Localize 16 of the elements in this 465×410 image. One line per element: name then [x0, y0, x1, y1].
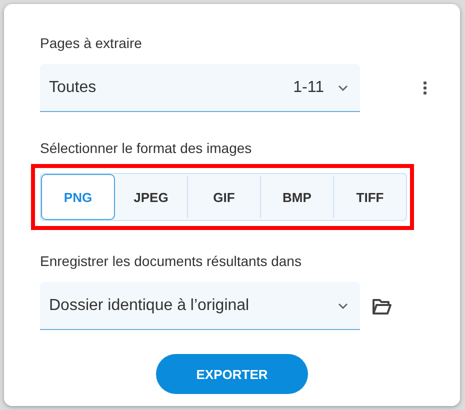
folder-icon[interactable]	[372, 298, 392, 314]
format-option[interactable]: TIFF	[333, 176, 406, 218]
more-options-icon[interactable]	[423, 81, 427, 95]
chevron-down-icon	[338, 84, 348, 90]
format-option[interactable]: BMP	[260, 176, 333, 218]
format-option[interactable]: PNG	[41, 174, 115, 220]
field-label: Enregistrer les documents résultants dans	[40, 252, 302, 270]
format-option[interactable]: GIF	[187, 176, 260, 218]
field-label: Sélectionner le format des images	[40, 139, 253, 157]
chevron-down-icon	[338, 302, 348, 308]
pages-dropdown[interactable]: Toutes 1-11	[40, 64, 360, 112]
folder-dropdown[interactable]: Dossier identique à l’original	[40, 282, 360, 330]
page-range: 1-11	[293, 78, 324, 96]
export-button[interactable]: EXPORTER	[156, 354, 308, 394]
field-label: Pages à extraire	[40, 34, 143, 52]
format-option[interactable]: JPEG	[115, 176, 187, 218]
